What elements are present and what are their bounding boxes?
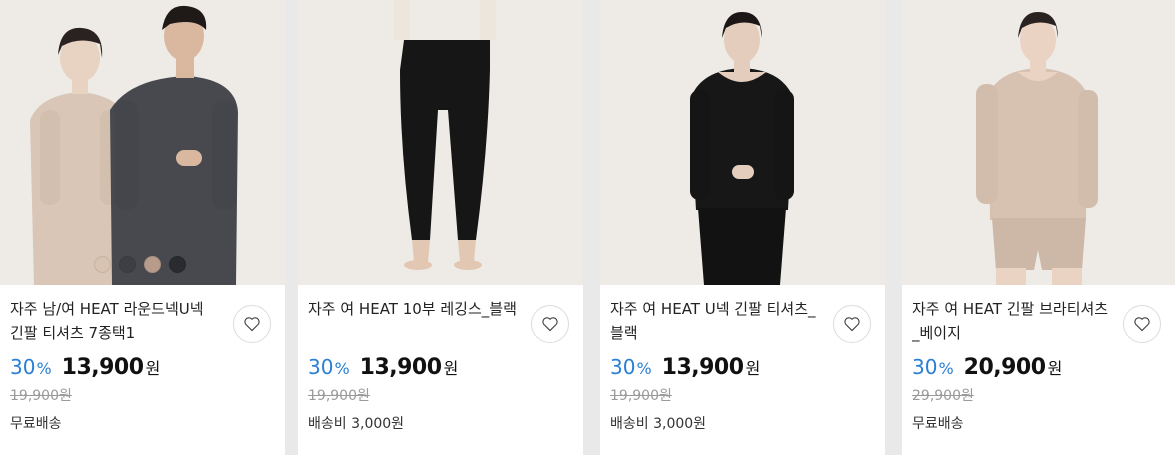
wishlist-button[interactable] xyxy=(531,305,569,343)
currency: 원 xyxy=(443,359,459,378)
discount-unit: % xyxy=(938,359,954,378)
product-image[interactable] xyxy=(600,0,885,285)
product-info: 자주 여 HEAT 긴팔 브라티셔츠_베이지 30 % 20,900 원 29,… xyxy=(902,285,1175,433)
heart-outline-icon xyxy=(1134,317,1150,332)
wishlist-button[interactable] xyxy=(833,305,871,343)
original-price: 19,900원 xyxy=(10,388,72,404)
sale-price: 13,900 xyxy=(661,355,744,380)
discount-unit: % xyxy=(636,359,652,378)
product-info: 자주 여 HEAT U넥 긴팔 티셔츠_블랙 30 % 13,900 원 19,… xyxy=(600,285,885,433)
currency: 원 xyxy=(145,359,161,378)
discount-rate: 30 xyxy=(912,355,938,379)
shipping-info: 배송비 3,000원 xyxy=(610,416,707,432)
color-swatch[interactable] xyxy=(144,256,161,273)
product-card[interactable]: 자주 남/여 HEAT 라운드넥U넥 긴팔 티셔츠 7종택1 30 % 13,9… xyxy=(0,0,285,455)
color-swatch[interactable] xyxy=(94,256,111,273)
shipping-info: 무료배송 xyxy=(10,416,62,432)
product-grid: 자주 남/여 HEAT 라운드넥U넥 긴팔 티셔츠 7종택1 30 % 13,9… xyxy=(0,0,1175,455)
currency: 원 xyxy=(1047,359,1063,378)
heart-outline-icon xyxy=(542,317,558,332)
shipping-info: 배송비 3,000원 xyxy=(308,416,405,432)
product-image[interactable] xyxy=(0,0,285,285)
product-photo-leggings xyxy=(298,0,583,285)
product-info: 자주 여 HEAT 10부 레깅스_블랙 30 % 13,900 원 19,90… xyxy=(298,285,583,433)
price-row: 30 % 13,900 원 xyxy=(308,355,575,383)
sale-price: 20,900 xyxy=(963,355,1046,380)
wishlist-button[interactable] xyxy=(1123,305,1161,343)
product-card[interactable]: 자주 여 HEAT 10부 레깅스_블랙 30 % 13,900 원 19,90… xyxy=(298,0,583,455)
discount-rate: 30 xyxy=(10,355,36,379)
product-card[interactable]: 자주 여 HEAT 긴팔 브라티셔츠_베이지 30 % 20,900 원 29,… xyxy=(902,0,1175,455)
original-price: 19,900원 xyxy=(308,388,370,404)
discount-unit: % xyxy=(334,359,350,378)
color-swatches xyxy=(94,256,186,273)
currency: 원 xyxy=(745,359,761,378)
price-row: 30 % 13,900 원 xyxy=(610,355,877,383)
discount-unit: % xyxy=(36,359,52,378)
price-row: 30 % 13,900 원 xyxy=(10,355,277,383)
product-photo-beige-top xyxy=(902,0,1175,285)
heart-outline-icon xyxy=(844,317,860,332)
color-swatch[interactable] xyxy=(169,256,186,273)
shipping-info: 무료배송 xyxy=(912,416,964,432)
price-row: 30 % 20,900 원 xyxy=(912,355,1167,383)
discount-rate: 30 xyxy=(308,355,334,379)
product-photo-couple xyxy=(0,0,285,285)
product-image[interactable] xyxy=(902,0,1175,285)
wishlist-button[interactable] xyxy=(233,305,271,343)
product-photo-black-top xyxy=(600,0,885,285)
original-price: 19,900원 xyxy=(610,388,672,404)
product-info: 자주 남/여 HEAT 라운드넥U넥 긴팔 티셔츠 7종택1 30 % 13,9… xyxy=(0,285,285,433)
discount-rate: 30 xyxy=(610,355,636,379)
sale-price: 13,900 xyxy=(359,355,442,380)
sale-price: 13,900 xyxy=(61,355,144,380)
original-price: 29,900원 xyxy=(912,388,974,404)
product-card[interactable]: 자주 여 HEAT U넥 긴팔 티셔츠_블랙 30 % 13,900 원 19,… xyxy=(600,0,885,455)
color-swatch[interactable] xyxy=(119,256,136,273)
product-image[interactable] xyxy=(298,0,583,285)
heart-outline-icon xyxy=(244,317,260,332)
